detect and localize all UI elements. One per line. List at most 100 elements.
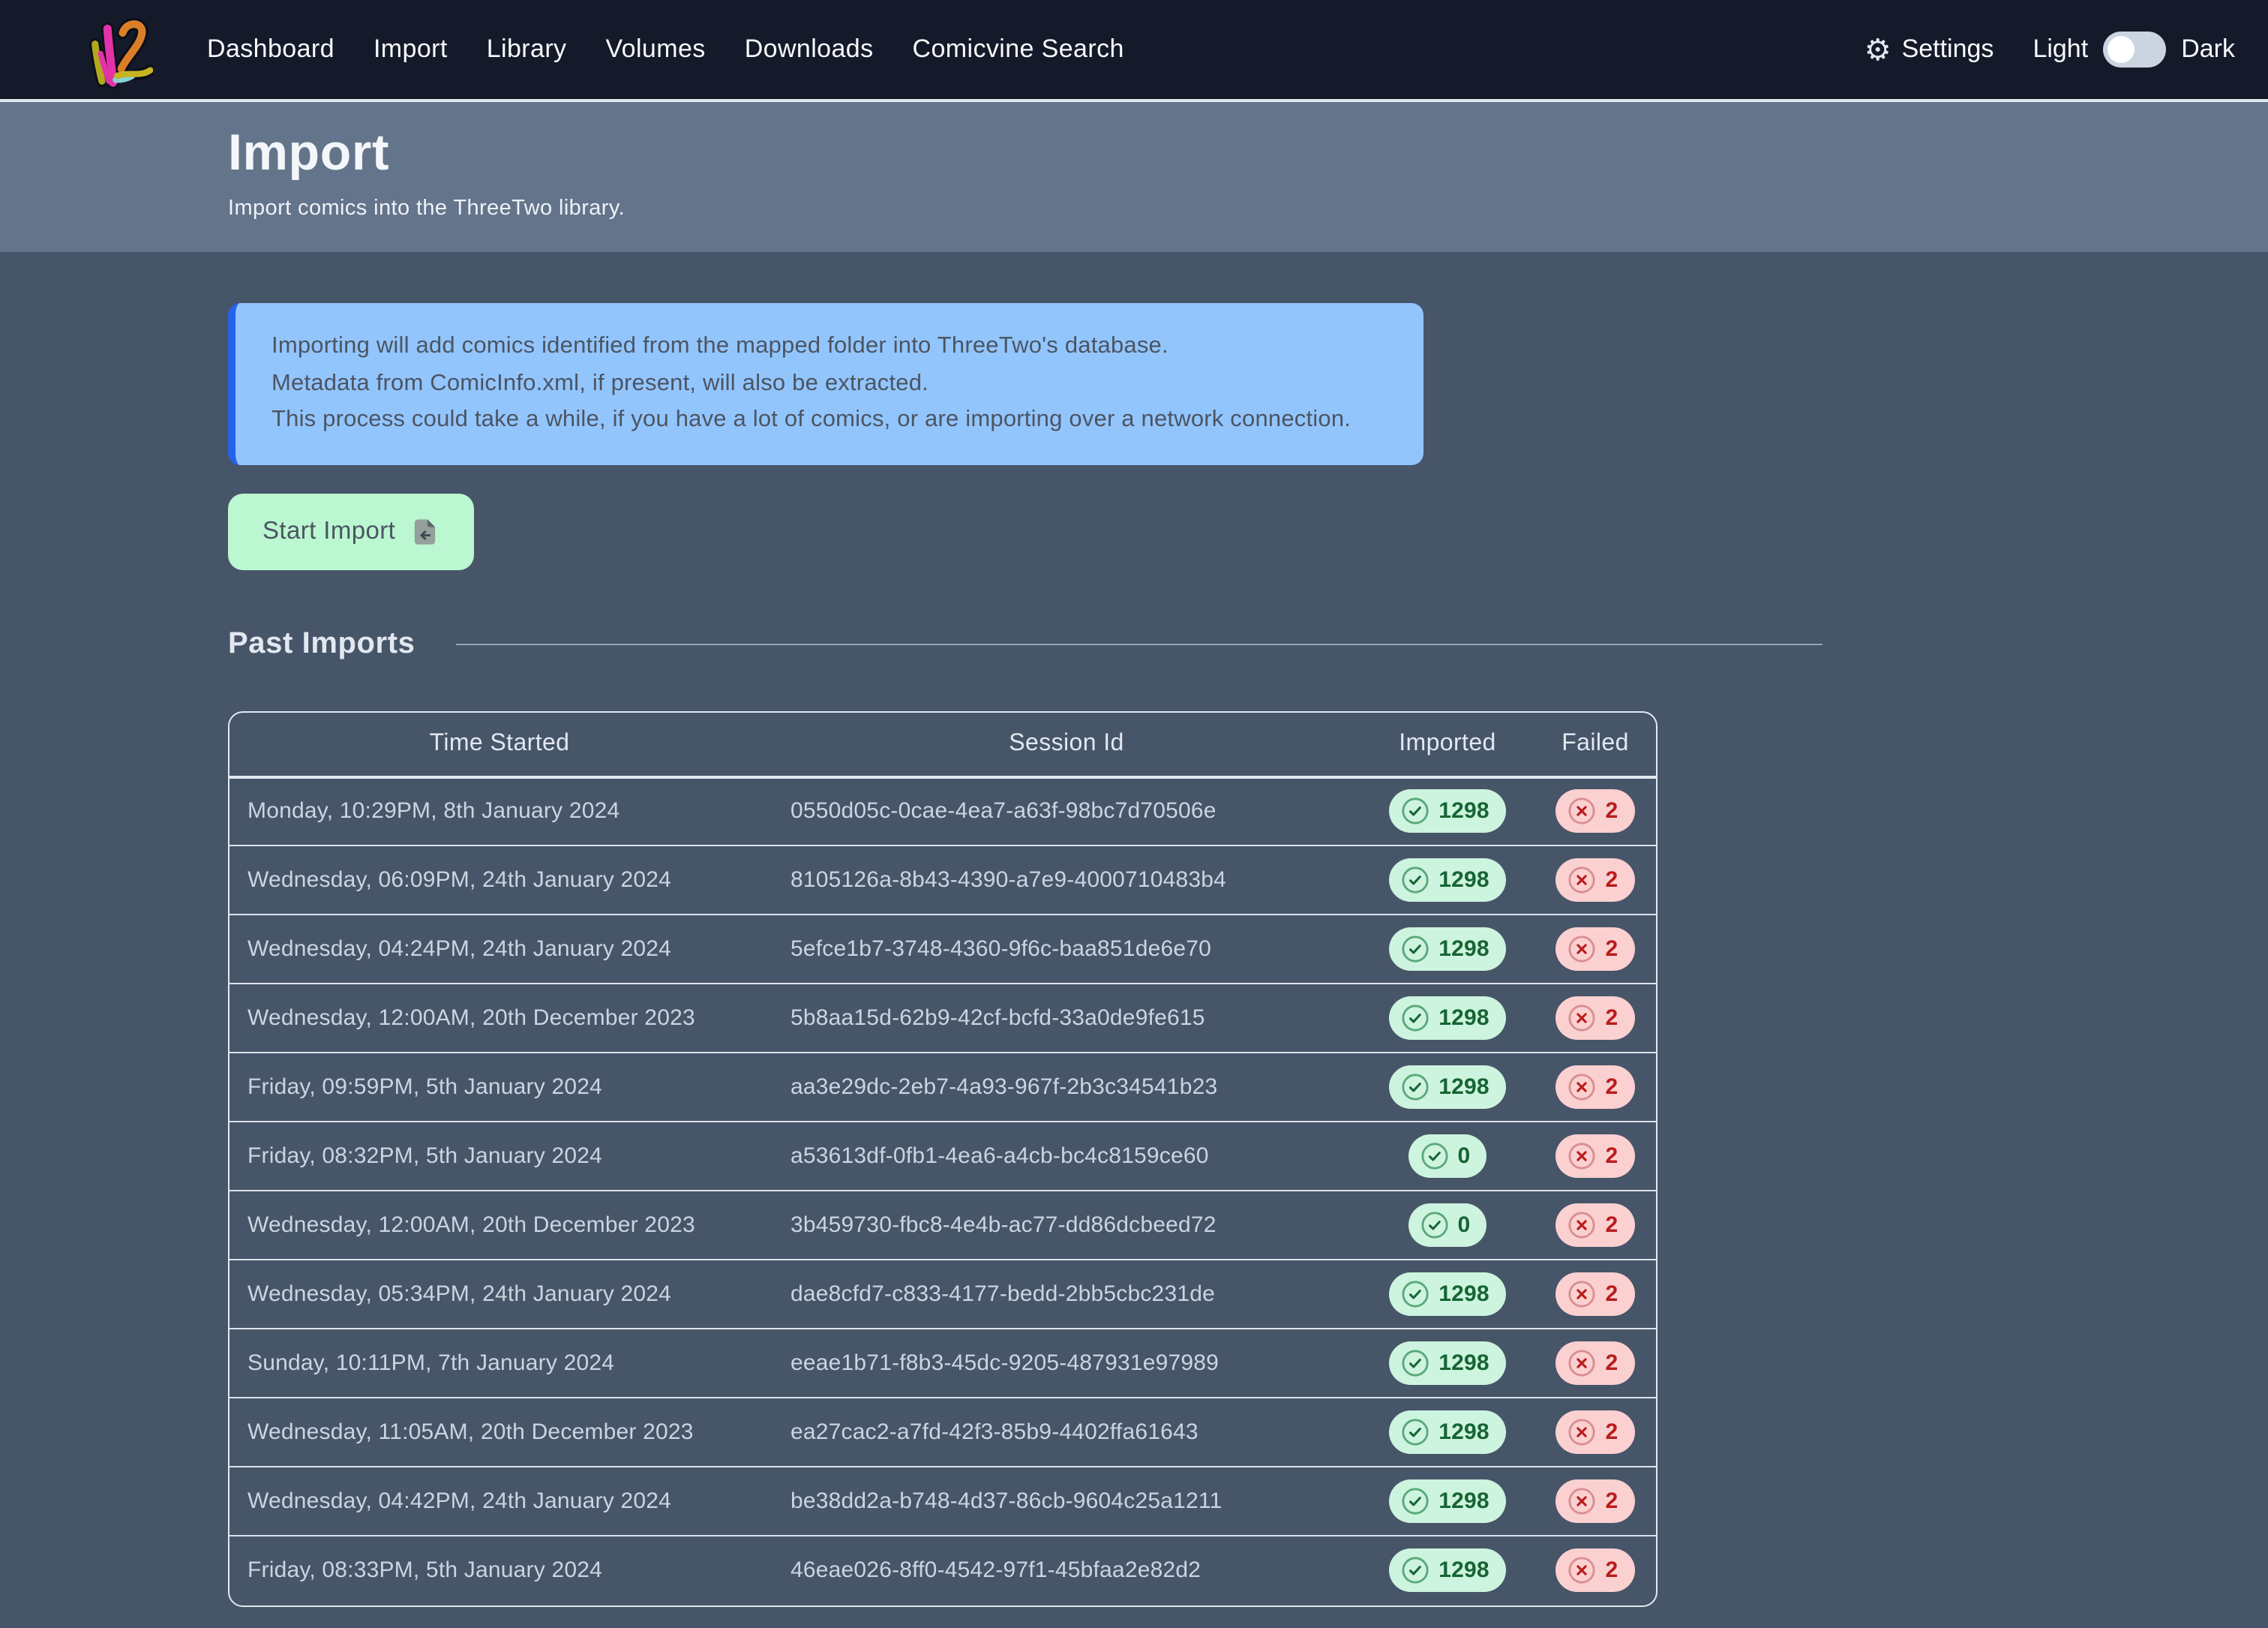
x-circle-icon — [1568, 1418, 1597, 1446]
x-circle-icon — [1568, 1142, 1597, 1170]
check-circle-icon — [1401, 1280, 1430, 1308]
x-circle-icon — [1568, 1557, 1597, 1585]
session-id-cell: 5b8aa15d-62b9-42cf-bcfd-33a0de9fe615 — [770, 984, 1364, 1053]
time-started-cell: Wednesday, 12:00AM, 20th December 2023 — [230, 1191, 770, 1260]
col-header-time-started: Time Started — [230, 712, 770, 776]
x-circle-icon — [1568, 866, 1597, 894]
nav-item[interactable]: Volumes — [605, 35, 705, 65]
time-started-cell: Wednesday, 05:34PM, 24th January 2024 — [230, 1260, 770, 1329]
failed-badge: 2 — [1556, 1065, 1635, 1109]
time-started-cell: Wednesday, 04:24PM, 24th January 2024 — [230, 915, 770, 984]
nav-item[interactable]: Library — [487, 35, 567, 65]
theme-toggle[interactable] — [2103, 32, 2166, 68]
imported-badge: 0 — [1408, 1134, 1487, 1178]
failed-badge: 2 — [1556, 1549, 1635, 1593]
page-title: Import — [228, 125, 2268, 183]
threetwo-logo[interactable] — [84, 11, 153, 89]
x-circle-icon — [1568, 1349, 1597, 1377]
import-page: Dashboard Import Library Volumes Downloa… — [0, 0, 2268, 1628]
time-started-cell: Wednesday, 06:09PM, 24th January 2024 — [230, 846, 770, 915]
time-started-cell: Wednesday, 04:42PM, 24th January 2024 — [230, 1467, 770, 1536]
failed-badge: 2 — [1556, 1410, 1635, 1454]
nav-item[interactable]: Comicvine Search — [913, 35, 1124, 65]
settings-button[interactable]: ⚙ Settings — [1864, 35, 1994, 65]
theme-switcher: Light Dark — [2032, 32, 2235, 68]
check-circle-icon — [1401, 1073, 1430, 1101]
imported-cell: 0 — [1364, 1191, 1532, 1260]
check-circle-icon — [1420, 1211, 1449, 1239]
imported-cell: 1298 — [1364, 1260, 1532, 1329]
failed-cell: 2 — [1532, 1122, 1658, 1191]
check-circle-icon — [1401, 797, 1430, 826]
table-row: Friday, 09:59PM, 5th January 2024 aa3e29… — [230, 1053, 1658, 1122]
failed-cell: 2 — [1532, 1191, 1658, 1260]
table-row: Wednesday, 12:00AM, 20th December 2023 3… — [230, 1191, 1658, 1260]
failed-cell: 2 — [1532, 1467, 1658, 1536]
table-header-row: Time Started Session Id Imported Failed — [230, 712, 1658, 776]
session-id-cell: eeae1b71-f8b3-45dc-9205-487931e97989 — [770, 1329, 1364, 1398]
info-line: Metadata from ComicInfo.xml, if present,… — [272, 365, 1388, 402]
top-navbar: Dashboard Import Library Volumes Downloa… — [0, 0, 2268, 102]
imported-badge: 1298 — [1389, 927, 1506, 971]
session-id-cell: 5efce1b7-3748-4360-9f6c-baa851de6e70 — [770, 915, 1364, 984]
start-import-button[interactable]: Start Import — [228, 493, 473, 569]
navbar-right: ⚙ Settings Light Dark — [1864, 32, 2235, 68]
gear-icon: ⚙ — [1864, 35, 1892, 65]
x-circle-icon — [1568, 1211, 1597, 1239]
failed-cell: 2 — [1532, 1260, 1658, 1329]
time-started-cell: Sunday, 10:11PM, 7th January 2024 — [230, 1329, 770, 1398]
session-id-cell: 8105126a-8b43-4390-a7e9-4000710483b4 — [770, 846, 1364, 915]
section-divider — [456, 643, 1823, 644]
check-circle-icon — [1401, 935, 1430, 963]
imported-badge: 0 — [1408, 1203, 1487, 1247]
check-circle-icon — [1420, 1142, 1449, 1170]
time-started-cell: Friday, 09:59PM, 5th January 2024 — [230, 1053, 770, 1122]
nav-item[interactable]: Downloads — [745, 35, 874, 65]
imported-badge: 1298 — [1389, 996, 1506, 1040]
imported-cell: 1298 — [1364, 1398, 1532, 1467]
session-id-cell: a53613df-0fb1-4ea6-a4cb-bc4c8159ce60 — [770, 1122, 1364, 1191]
failed-badge: 2 — [1556, 1341, 1635, 1385]
session-id-cell: dae8cfd7-c833-4177-bedd-2bb5cbc231de — [770, 1260, 1364, 1329]
import-info-callout: Importing will add comics identified fro… — [228, 303, 1424, 464]
imported-cell: 1298 — [1364, 776, 1532, 846]
theme-light-label: Light — [2032, 35, 2088, 65]
time-started-cell: Monday, 10:29PM, 8th January 2024 — [230, 776, 770, 846]
col-header-session-id: Session Id — [770, 712, 1364, 776]
col-header-failed: Failed — [1532, 712, 1658, 776]
imported-cell: 1298 — [1364, 915, 1532, 984]
check-circle-icon — [1401, 1349, 1430, 1377]
failed-badge: 2 — [1556, 996, 1635, 1040]
session-id-cell: 46eae026-8ff0-4542-97f1-45bfaa2e82d2 — [770, 1536, 1364, 1605]
nav-item[interactable]: Dashboard — [207, 35, 334, 65]
failed-badge: 2 — [1556, 1272, 1635, 1316]
failed-badge: 2 — [1556, 927, 1635, 971]
x-circle-icon — [1568, 797, 1597, 826]
col-header-imported: Imported — [1364, 712, 1532, 776]
failed-badge: 2 — [1556, 1203, 1635, 1247]
imported-cell: 1298 — [1364, 1536, 1532, 1605]
time-started-cell: Wednesday, 12:00AM, 20th December 2023 — [230, 984, 770, 1053]
table-row: Monday, 10:29PM, 8th January 2024 0550d0… — [230, 776, 1658, 846]
session-id-cell: 0550d05c-0cae-4ea7-a63f-98bc7d70506e — [770, 776, 1364, 846]
time-started-cell: Friday, 08:32PM, 5th January 2024 — [230, 1122, 770, 1191]
imported-cell: 1298 — [1364, 846, 1532, 915]
failed-cell: 2 — [1532, 1398, 1658, 1467]
failed-badge: 2 — [1556, 858, 1635, 902]
session-id-cell: 3b459730-fbc8-4e4b-ac77-dd86dcbeed72 — [770, 1191, 1364, 1260]
settings-label: Settings — [1902, 35, 1994, 65]
nav-item[interactable]: Import — [374, 35, 448, 65]
check-circle-icon — [1401, 1557, 1430, 1585]
past-imports-header: Past Imports — [228, 626, 1822, 661]
info-line: This process could take a while, if you … — [272, 402, 1388, 439]
check-circle-icon — [1401, 1418, 1430, 1446]
failed-badge: 2 — [1556, 790, 1635, 834]
failed-cell: 2 — [1532, 846, 1658, 915]
failed-cell: 2 — [1532, 776, 1658, 846]
table-row: Friday, 08:32PM, 5th January 2024 a53613… — [230, 1122, 1658, 1191]
time-started-cell: Wednesday, 11:05AM, 20th December 2023 — [230, 1398, 770, 1467]
table-row: Friday, 08:33PM, 5th January 2024 46eae0… — [230, 1536, 1658, 1605]
x-circle-icon — [1568, 1487, 1597, 1515]
table-row: Sunday, 10:11PM, 7th January 2024 eeae1b… — [230, 1329, 1658, 1398]
imported-badge: 1298 — [1389, 858, 1506, 902]
